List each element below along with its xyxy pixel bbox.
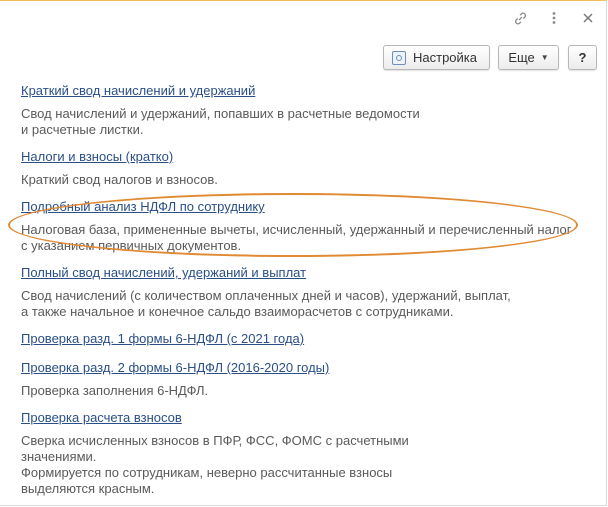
settings-icon <box>392 50 406 65</box>
more-button-label: Еще <box>508 50 535 65</box>
report-link-contributions-check[interactable]: Проверка расчета взносов <box>21 410 182 425</box>
help-button[interactable]: ? <box>568 45 597 70</box>
report-description: Краткий свод налогов и взносов. <box>21 172 218 187</box>
report-link-6ndfl-section1[interactable]: Проверка разд. 1 формы 6-НДФЛ (с 2021 го… <box>21 331 304 346</box>
report-description: Проверка заполнения 6-НДФЛ. <box>21 383 209 398</box>
toolbar: Настройка Еще ▼ ? <box>383 45 597 70</box>
settings-button[interactable]: Настройка <box>383 45 490 70</box>
more-button[interactable]: Еще ▼ <box>498 45 559 70</box>
report-description: Налоговая база, примененные вычеты, исчи… <box>21 222 572 253</box>
report-link-full-summary[interactable]: Полный свод начислений, удержаний и выпл… <box>21 265 306 280</box>
report-panel-window: Настройка Еще ▼ ? Краткий свод начислени… <box>0 0 607 506</box>
close-icon[interactable] <box>580 10 596 26</box>
report-link-brief-accruals[interactable]: Краткий свод начислений и удержаний <box>21 83 255 98</box>
report-description: Сверка исчисленных взносов в ПФР, ФСС, Ф… <box>21 433 409 496</box>
report-link-6ndfl-section2[interactable]: Проверка разд. 2 формы 6-НДФЛ (2016-2020… <box>21 360 329 375</box>
report-description: Свод начислений (с количеством оплаченны… <box>21 288 511 319</box>
report-link-taxes-brief[interactable]: Налоги и взносы (кратко) <box>21 149 173 164</box>
help-button-label: ? <box>578 50 587 65</box>
window-top-border <box>0 0 606 1</box>
settings-button-label: Настройка <box>413 50 477 65</box>
report-link-ndfl-analysis[interactable]: Подробный анализ НДФЛ по сотруднику <box>21 199 265 214</box>
more-actions-icon[interactable] <box>546 10 562 26</box>
report-description: Свод начислений и удержаний, попавших в … <box>21 106 420 137</box>
window-controls <box>512 10 596 26</box>
caret-down-icon: ▼ <box>540 53 549 62</box>
link-icon[interactable] <box>512 10 528 26</box>
